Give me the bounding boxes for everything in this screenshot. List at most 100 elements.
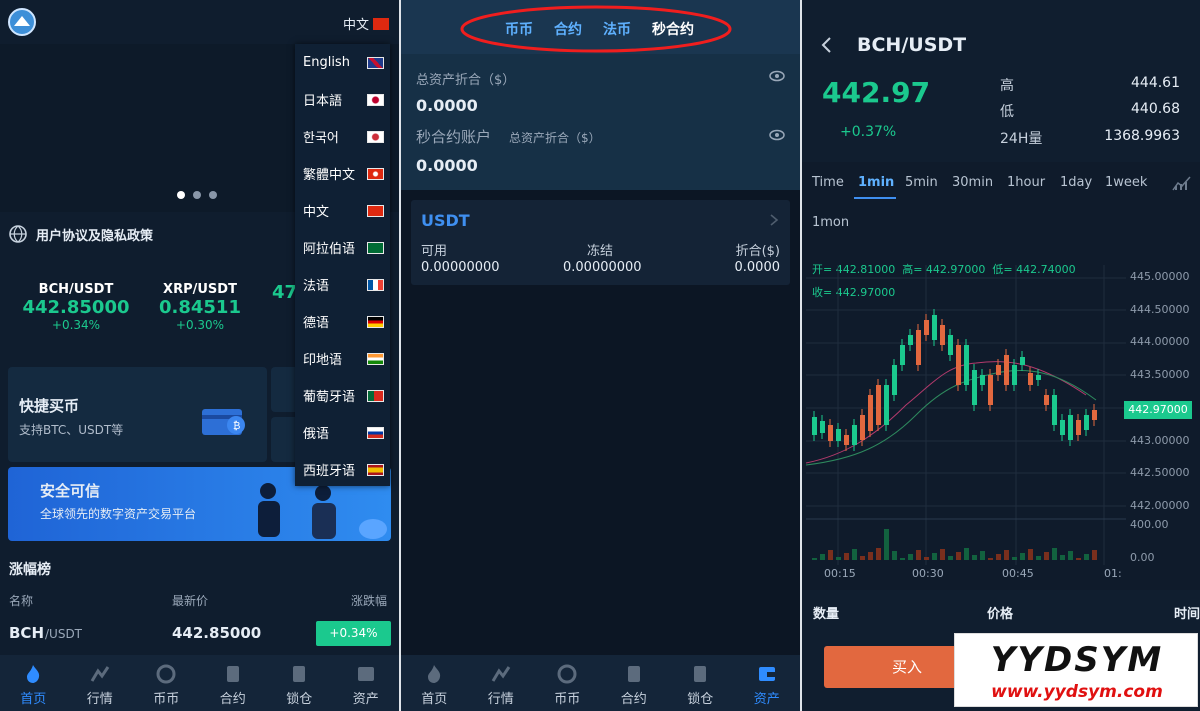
carousel-dot[interactable]: [209, 191, 217, 199]
lang-option-russian[interactable]: 俄语: [295, 414, 390, 451]
price-change: +0.37%: [840, 124, 897, 140]
carousel-dot[interactable]: [193, 191, 201, 199]
candle-body: [860, 415, 865, 440]
tf-1day[interactable]: 1day: [1060, 175, 1092, 190]
tf-1week[interactable]: 1week: [1105, 175, 1147, 190]
x-axis-label: 01:: [1104, 567, 1122, 580]
flame-icon: [428, 665, 441, 683]
candle-body: [1020, 357, 1025, 365]
tab-second-contract[interactable]: 秒合约: [652, 19, 694, 39]
nav-label: 币币: [153, 692, 180, 707]
nav-home[interactable]: 首页: [0, 655, 67, 711]
quick-buy-card[interactable]: 快捷买币 支持BTC、USDT等 ₿: [8, 367, 267, 462]
market-icon: [491, 666, 510, 682]
nav-label: 资产: [352, 692, 379, 707]
tf-5min[interactable]: 5min: [905, 175, 938, 190]
volume-bar: [908, 554, 913, 560]
col-available-label: 可用: [421, 244, 448, 259]
eye-icon[interactable]: [769, 129, 785, 141]
volume-bar: [916, 550, 921, 560]
lang-option-trad-chinese[interactable]: 繁體中文: [295, 155, 390, 192]
nav-label: 首页: [421, 692, 448, 707]
nav-market[interactable]: 行情: [468, 655, 535, 711]
portugal-flag-icon: [367, 390, 384, 402]
candle-body: [1084, 415, 1089, 430]
volume-bar: [812, 558, 817, 560]
ticker-xrp[interactable]: XRP/USDT 0.84511 +0.30%: [140, 282, 260, 332]
gainer-row[interactable]: BCH /USDT 442.85000 +0.34%: [9, 621, 391, 647]
nav-assets[interactable]: 资产: [333, 655, 400, 711]
candle-body: [852, 425, 857, 445]
volume-bar: [868, 552, 873, 560]
nav-lock[interactable]: 锁仓: [667, 655, 734, 711]
tf-1hour[interactable]: 1hour: [1007, 175, 1045, 190]
candle-body: [932, 315, 937, 340]
candle-body: [988, 375, 993, 405]
gainer-change-badge: +0.34%: [316, 621, 391, 646]
tf-1min[interactable]: 1min: [858, 175, 894, 190]
tab-contract[interactable]: 合约: [554, 19, 582, 39]
language-switch[interactable]: 中文: [343, 14, 390, 33]
nav-lock[interactable]: 锁仓: [266, 655, 333, 711]
quick-buy-subtitle: 支持BTC、USDT等: [19, 423, 124, 437]
candle-body: [908, 335, 913, 345]
volume-bar: [836, 557, 841, 560]
quick-buy-title: 快捷买币: [19, 397, 80, 415]
lang-option-french[interactable]: 法语: [295, 266, 390, 303]
tf-30min[interactable]: 30min: [952, 175, 993, 190]
tab-fiat[interactable]: 法币: [603, 19, 631, 39]
tf-1mon[interactable]: 1mon: [812, 215, 849, 230]
watermark-bottom: www.yydsym.com: [991, 682, 1163, 702]
volume-bar: [828, 550, 833, 560]
nav-spot[interactable]: 币币: [133, 655, 200, 711]
nav-contract[interactable]: 合约: [200, 655, 267, 711]
lang-option-german[interactable]: 德语: [295, 303, 390, 340]
lang-option-korean[interactable]: 한국어: [295, 118, 390, 155]
candle-body: [1028, 373, 1033, 385]
lang-option-arabic[interactable]: 阿拉伯语: [295, 229, 390, 266]
lang-option-hindi[interactable]: 印地语: [295, 340, 390, 377]
nav-market[interactable]: 行情: [67, 655, 134, 711]
usdt-card[interactable]: USDT 可用 冻结 折合($) 0.00000000 0.00000000 0…: [411, 200, 790, 285]
volume-bar: [972, 555, 977, 560]
candle-body: [1044, 395, 1049, 405]
lang-label: 繁體中文: [303, 168, 356, 183]
ma-line-1: [806, 361, 1087, 464]
carousel-dot[interactable]: [177, 191, 185, 199]
nav-label: 行情: [487, 692, 514, 707]
nav-spot[interactable]: 币币: [534, 655, 601, 711]
tab-spot[interactable]: 币币: [505, 19, 533, 39]
volume-bar: [884, 529, 889, 560]
lang-option-chinese[interactable]: 中文: [295, 192, 390, 229]
candlestick-chart[interactable]: [806, 245, 1126, 585]
volume-bar: [964, 548, 969, 560]
lang-option-japanese[interactable]: 日本語: [295, 81, 390, 118]
lang-option-portuguese[interactable]: 葡萄牙语: [295, 377, 390, 414]
stat-low-value: 440.68: [1131, 101, 1180, 117]
candle-group: [812, 309, 1097, 451]
lang-label: 中文: [303, 205, 330, 220]
volume-bar: [956, 552, 961, 560]
nav-assets[interactable]: 资产: [734, 655, 801, 711]
ticker-bch[interactable]: BCH/USDT 442.85000 +0.34%: [16, 282, 136, 332]
candle-body: [884, 385, 889, 425]
volume-bar: [1044, 552, 1049, 560]
volume-bar: [1036, 556, 1041, 560]
nav-home[interactable]: 首页: [401, 655, 468, 711]
account-value: 0.0000: [416, 156, 478, 175]
lang-option-spanish[interactable]: 西班牙语: [295, 451, 390, 488]
volume-bar: [924, 557, 929, 560]
nav-contract[interactable]: 合约: [601, 655, 668, 711]
back-chevron-icon[interactable]: [820, 36, 832, 54]
notice-bar[interactable]: 用户协议及隐私政策: [8, 224, 153, 244]
tf-time[interactable]: Time: [812, 175, 844, 190]
eye-icon[interactable]: [769, 70, 785, 82]
lang-option-english[interactable]: English: [295, 44, 390, 81]
india-flag-icon: [367, 353, 384, 365]
exchange-icon: [156, 664, 176, 684]
candle-body: [828, 425, 833, 441]
chart-settings-icon[interactable]: [1172, 175, 1192, 191]
pair-title: BCH/USDT: [857, 34, 967, 56]
japan-flag-icon: [367, 94, 384, 106]
app-logo[interactable]: [8, 8, 36, 36]
